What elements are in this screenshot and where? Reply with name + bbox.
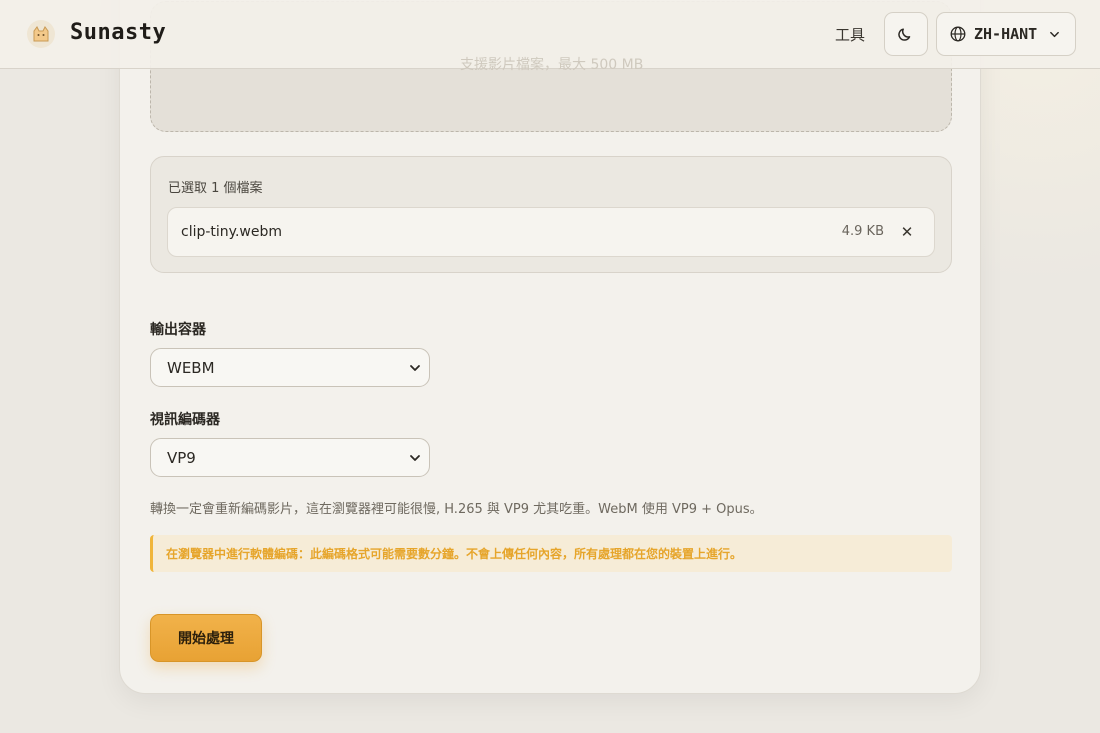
- remove-file-button[interactable]: ✕: [896, 220, 918, 244]
- chevron-down-icon: [410, 365, 420, 371]
- brand-name[interactable]: Sunasty: [70, 20, 166, 45]
- file-size: 4.9 KB: [841, 224, 884, 239]
- tools-link[interactable]: 工具: [835, 24, 865, 45]
- codec-select[interactable]: VP9: [150, 438, 430, 477]
- theme-toggle-button[interactable]: [884, 12, 928, 56]
- file-name: clip-tiny.webm: [181, 224, 282, 240]
- converter-card: 已選取 1 個檔案 clip-tiny.webm 4.9 KB ✕ 輸出容器 W…: [119, 0, 981, 694]
- codec-label: 視訊編碼器: [150, 412, 220, 428]
- container-label: 輸出容器: [150, 322, 206, 338]
- warning-text: 在瀏覽器中進行軟體編碼：此編碼格式可能需要數分鐘。不會上傳任何內容，所有處理都在…: [166, 547, 743, 561]
- language-selector[interactable]: ZH-HANT: [936, 12, 1076, 56]
- software-encoding-warning: 在瀏覽器中進行軟體編碼：此編碼格式可能需要數分鐘。不會上傳任何內容，所有處理都在…: [150, 535, 952, 572]
- chevron-down-icon: [410, 455, 420, 461]
- container-select-value: WEBM: [167, 358, 215, 377]
- globe-icon: [950, 26, 966, 42]
- conversion-note: 轉換一定會重新編碼影片，這在瀏覽器裡可能很慢, H.265 與 VP9 尤其吃重…: [150, 502, 763, 517]
- close-icon: ✕: [900, 223, 914, 241]
- language-label: ZH-HANT: [974, 25, 1038, 43]
- cat-logo-icon[interactable]: [26, 19, 56, 49]
- selected-files-panel: 已選取 1 個檔案 clip-tiny.webm 4.9 KB ✕: [150, 156, 952, 273]
- start-processing-button[interactable]: 開始處理: [150, 614, 262, 662]
- dropzone-hint-ghost: 支援影片檔案，最大 500 MB: [460, 57, 644, 73]
- selected-files-count: 已選取 1 個檔案: [168, 181, 263, 196]
- moon-icon: [898, 28, 911, 41]
- container-select[interactable]: WEBM: [150, 348, 430, 387]
- start-processing-label: 開始處理: [178, 631, 234, 647]
- chevron-down-icon: [1050, 31, 1060, 37]
- file-list-item: clip-tiny.webm 4.9 KB ✕: [167, 207, 935, 257]
- codec-select-value: VP9: [167, 448, 196, 467]
- top-header: 支援影片檔案，最大 500 MB Sunasty 工具 ZH-HANT: [0, 0, 1100, 73]
